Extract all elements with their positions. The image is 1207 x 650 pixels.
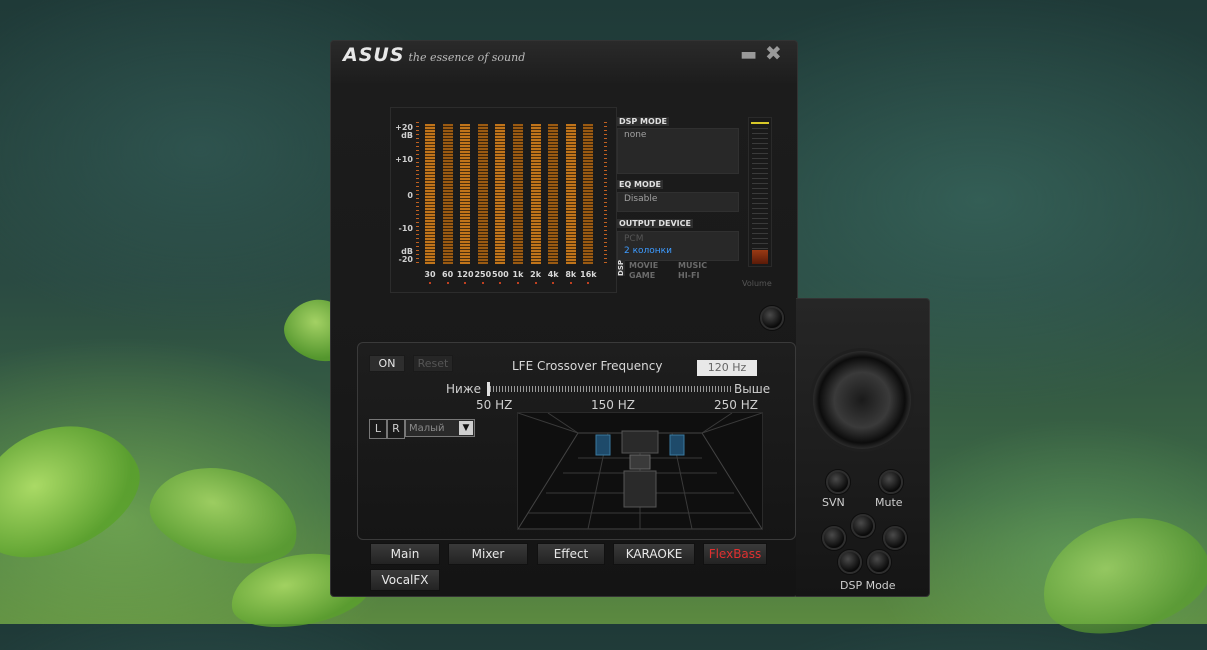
mode-movie[interactable]: MOVIE <box>629 261 658 270</box>
lfe-crossover-title: LFE Crossover Frequency <box>512 359 663 373</box>
eq-band-slider[interactable] <box>530 124 541 264</box>
eq-band-label: 16k <box>580 270 597 279</box>
brand-name: ASUS <box>343 44 405 66</box>
dsp-vertical-label: DSP <box>617 260 625 276</box>
eq-band-indicator <box>552 282 555 284</box>
eq-band-indicator <box>499 282 502 284</box>
lower-label: Ниже <box>446 382 482 396</box>
dsp-mode-header: DSP MODE <box>617 117 669 126</box>
dsp-mode-button[interactable] <box>822 526 846 550</box>
background-leaf <box>0 399 158 581</box>
tab-vocalfx[interactable]: VocalFX <box>370 569 440 591</box>
eq-band-slider[interactable] <box>477 124 488 264</box>
eq-band-indicator <box>517 282 519 284</box>
eq-mode-value: Disable <box>617 192 739 212</box>
eq-mode-header: EQ MODE <box>617 180 663 189</box>
dropdown-arrow-icon[interactable]: ▼ <box>459 421 473 435</box>
crossover-slider[interactable] <box>487 386 731 392</box>
volume-top-marker <box>751 122 769 124</box>
eq-band-indicator <box>464 282 467 284</box>
speaker-room-view <box>517 412 763 530</box>
eq-band-slider[interactable] <box>513 124 523 264</box>
tab-main[interactable]: Main <box>370 543 440 565</box>
speaker-size-select[interactable]: Малый ▼ <box>405 419 475 437</box>
crossover-frequency-field[interactable]: 120 Hz <box>697 360 757 376</box>
db-label: +10 <box>395 155 413 164</box>
db-label: -20 <box>398 255 413 264</box>
eq-band-slider[interactable] <box>565 124 576 264</box>
svn-button[interactable] <box>826 470 850 494</box>
tab-flexbass[interactable]: FlexBass <box>703 543 767 565</box>
eq-band-indicator <box>481 282 484 284</box>
reset-button[interactable]: Reset <box>413 355 453 372</box>
tab-effect[interactable]: Effect <box>537 543 605 565</box>
eq-band-slider[interactable] <box>442 124 453 264</box>
mode-music[interactable]: MUSIC <box>678 261 707 270</box>
dsp-mode-button[interactable] <box>867 550 891 574</box>
background-leaf <box>1028 499 1207 650</box>
output-device-option[interactable]: PCM <box>624 233 732 245</box>
tab-mixer[interactable]: Mixer <box>448 543 528 565</box>
svn-label: SVN <box>822 496 845 509</box>
eq-band-indicator <box>446 282 449 284</box>
volume-label: Volume <box>742 279 772 288</box>
on-button[interactable]: ON <box>369 355 405 372</box>
tick-250hz: 250 HZ <box>714 398 758 412</box>
mode-hifi[interactable]: HI-FI <box>678 271 699 280</box>
mute-button[interactable] <box>879 470 903 494</box>
eq-band-slider[interactable] <box>583 124 594 264</box>
tab-karaoke[interactable]: KARAOKE <box>613 543 695 565</box>
settings-knob-button[interactable] <box>760 306 784 330</box>
eq-band-slider[interactable] <box>425 124 435 264</box>
eq-band-slider[interactable] <box>495 124 506 264</box>
volume-fill <box>752 250 768 264</box>
eq-band-indicator <box>429 282 431 284</box>
mode-game[interactable]: GAME <box>629 271 655 280</box>
tick-150hz: 150 HZ <box>591 398 635 412</box>
close-icon[interactable]: ✖ <box>765 43 782 63</box>
volume-scale <box>752 123 768 263</box>
dsp-mode-button[interactable] <box>838 550 862 574</box>
higher-label: Выше <box>734 382 771 396</box>
dsp-mode-label: DSP Mode <box>840 579 896 592</box>
asus-logo: ASUS the essence of sound <box>343 44 525 66</box>
db-label: dB <box>401 131 413 140</box>
volume-slider[interactable] <box>748 117 772 267</box>
db-label: 0 <box>407 191 413 200</box>
eq-band-indicator <box>587 282 590 284</box>
tick-50hz: 50 HZ <box>476 398 513 412</box>
minimize-icon[interactable]: ▬ <box>740 46 757 64</box>
room-perspective-graphic <box>518 413 762 529</box>
crossover-slider-thumb[interactable] <box>487 382 490 396</box>
dsp-mode-text: none <box>624 130 647 140</box>
eq-band-indicator <box>569 282 572 284</box>
dsp-mode-button[interactable] <box>851 514 875 538</box>
speaker-size-value: Малый <box>409 423 445 434</box>
db-label: -10 <box>398 224 413 233</box>
master-volume-knob[interactable] <box>813 351 911 449</box>
dsp-mode-button[interactable] <box>883 526 907 550</box>
brand-tagline: the essence of sound <box>408 51 526 64</box>
mute-label: Mute <box>875 496 903 509</box>
right-channel-button[interactable]: R <box>387 419 405 439</box>
eq-scale-left <box>416 122 419 264</box>
output-device-header: OUTPUT DEVICE <box>617 219 693 228</box>
eq-band-indicator <box>534 282 537 284</box>
eq-band-slider[interactable] <box>460 124 471 264</box>
eq-scale-right <box>604 122 607 264</box>
output-device-option-selected[interactable]: 2 колонки <box>624 245 732 257</box>
eq-band-slider[interactable] <box>548 124 559 264</box>
eq-mode-text: Disable <box>624 194 658 204</box>
dsp-mode-value: none <box>617 128 739 174</box>
left-channel-button[interactable]: L <box>369 419 387 439</box>
equalizer-panel: +20 dB +10 0 -10 dB -20 30 60 120 250 500 1k 2… <box>390 107 617 293</box>
output-device-list[interactable]: PCM 2 колонки <box>617 231 739 261</box>
